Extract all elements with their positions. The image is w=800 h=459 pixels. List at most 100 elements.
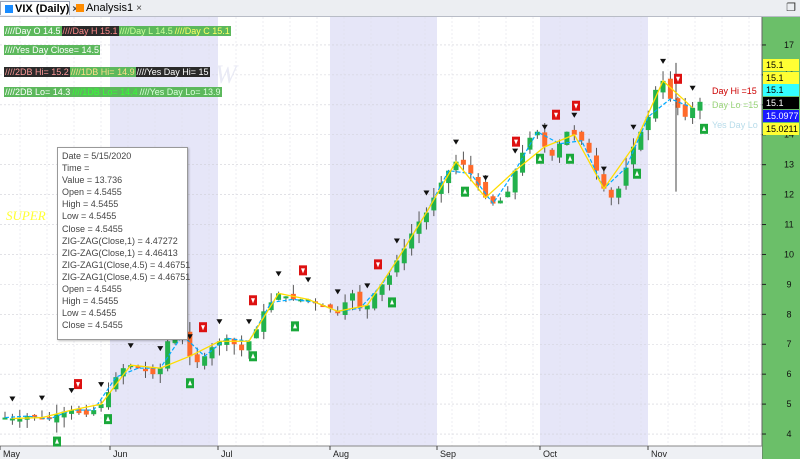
y-tick-label: 9 bbox=[786, 279, 791, 289]
candle-body bbox=[202, 356, 208, 366]
candle-body bbox=[549, 149, 555, 156]
candle-body bbox=[571, 129, 577, 135]
candle-body bbox=[468, 165, 474, 174]
tooltip-line: ZIG-ZAG1(Close,4.5) = 4.46751 bbox=[62, 259, 191, 270]
tooltip-line: High = 4.5455 bbox=[62, 199, 119, 210]
candle-body bbox=[423, 212, 429, 223]
y-tick-label: 11 bbox=[784, 220, 793, 230]
day-low: ////Day L 14.5 bbox=[118, 26, 174, 36]
candle-body bbox=[142, 368, 148, 372]
x-tick-label: Jun bbox=[113, 449, 128, 459]
price-tag-label: 15.1 bbox=[766, 73, 784, 83]
yes-day-hi: ////Yes Day Hi= 15 bbox=[135, 67, 210, 77]
tooltip-line: Open = 4.5455 bbox=[62, 187, 122, 198]
y-tick-label: 4 bbox=[786, 429, 791, 439]
y-tick-label: 8 bbox=[786, 309, 791, 319]
down-tick-arrow bbox=[689, 85, 696, 91]
candle-body bbox=[608, 189, 614, 198]
tooltip-line: ZIG-ZAG1(Close,4.5) = 4.46751 bbox=[62, 271, 191, 282]
candle-body bbox=[557, 143, 563, 158]
price-tag-label: 15.1 bbox=[766, 85, 784, 95]
x-tick-label: Sep bbox=[440, 449, 456, 459]
down-tick-arrow bbox=[245, 319, 252, 325]
tooltip-line: Close = 4.5455 bbox=[62, 223, 123, 234]
down-tick-arrow bbox=[482, 175, 489, 181]
x-tick-label: Aug bbox=[333, 449, 349, 459]
y-tick-label: 12 bbox=[784, 190, 794, 200]
price-tag-label: 15.0211 bbox=[766, 124, 798, 134]
month-shade bbox=[540, 17, 648, 446]
candle-body bbox=[17, 419, 23, 422]
header-row2: ////Yes Day Close= 14.5 bbox=[4, 44, 100, 56]
candle-body bbox=[616, 188, 622, 198]
down-tick-arrow bbox=[305, 277, 312, 283]
candle-body bbox=[586, 142, 592, 153]
right-level-label: Yes Day Lo bbox=[712, 120, 758, 130]
tooltip-line: ZIG-ZAG(Close,1) = 4.47272 bbox=[62, 235, 178, 246]
tooltip-line: ZIG-ZAG(Close,1) = 4.46413 bbox=[62, 247, 178, 258]
y-tick-label: 5 bbox=[786, 399, 791, 409]
price-tag-label: 15.1 bbox=[766, 98, 784, 108]
candle-body bbox=[194, 354, 200, 363]
down-tick-arrow bbox=[9, 396, 16, 402]
yes-day-close: ////Yes Day Close= 14.5 bbox=[4, 45, 100, 55]
candle-body bbox=[697, 101, 703, 111]
data-tooltip: Date = 5/15/2020 Time = Value = 13.736 Open… bbox=[57, 147, 191, 340]
candle-body bbox=[682, 104, 688, 117]
x-tick-label: Oct bbox=[543, 449, 558, 459]
y-tick-label: 13 bbox=[784, 160, 794, 170]
close-icon[interactable]: × bbox=[136, 2, 142, 16]
candle-body bbox=[350, 293, 355, 301]
tooltip-line: Time = bbox=[62, 163, 90, 174]
candle-body bbox=[283, 296, 289, 299]
x-tick-label: Nov bbox=[651, 449, 668, 459]
y-tick-label: 7 bbox=[786, 339, 791, 349]
x-tick-label: May bbox=[3, 449, 21, 459]
down-tick-arrow bbox=[660, 58, 667, 64]
candle-body bbox=[497, 200, 503, 204]
candle-body bbox=[623, 167, 629, 186]
2db-hi: ////2DB Hi= 15.2 bbox=[4, 67, 70, 77]
tab-label: Analysis1 bbox=[86, 2, 134, 14]
chart-icon bbox=[5, 5, 13, 13]
down-tick-arrow bbox=[98, 382, 105, 388]
candle-body bbox=[593, 155, 599, 171]
y-tick-label: 6 bbox=[786, 369, 791, 379]
tooltip-line: Low = 4.5455 bbox=[62, 211, 117, 222]
candle-body bbox=[246, 341, 252, 351]
window-restore-icon[interactable]: ❐ bbox=[786, 1, 796, 15]
candle-body bbox=[542, 132, 548, 147]
down-tick-arrow bbox=[512, 148, 519, 154]
1db-hi: ////1DB Hi= 14.9 bbox=[69, 67, 136, 77]
super-label: SUPER bbox=[6, 208, 46, 223]
down-tick-arrow bbox=[275, 271, 282, 277]
1db-lo: ////1DB Lo= 14.4 bbox=[71, 87, 139, 97]
tooltip-line: Open = 4.5455 bbox=[62, 284, 122, 295]
tooltip-line: Value = 13.736 bbox=[62, 175, 123, 186]
tooltip-line: Date = 5/15/2020 bbox=[62, 151, 132, 161]
right-level-label: Day Lo =15 bbox=[712, 100, 758, 110]
candle-body bbox=[342, 302, 348, 315]
tab-analysis1[interactable]: Analysis1 × bbox=[72, 1, 148, 15]
chart-icon bbox=[76, 4, 84, 12]
header-row1: ////Day O 14.5////Day H 15.1////Day L 14… bbox=[4, 25, 231, 37]
2db-lo: ////2DB Lo= 14.3 bbox=[4, 87, 72, 97]
tooltip-line: High = 4.5455 bbox=[62, 296, 119, 307]
candle-body bbox=[157, 368, 163, 375]
price-tag-label: 15.1 bbox=[766, 60, 784, 70]
candle-body bbox=[386, 275, 392, 285]
x-tick-label: Jul bbox=[221, 449, 233, 459]
day-high: ////Day H 15.1 bbox=[61, 26, 119, 36]
down-tick-arrow bbox=[68, 388, 75, 394]
tab-bar: VIX (Daily)× Analysis1× ❐ bbox=[0, 0, 800, 17]
down-tick-arrow bbox=[38, 395, 45, 401]
candle-body bbox=[91, 410, 97, 415]
y-tick-label: 10 bbox=[784, 249, 794, 259]
tooltip-line: Close = 4.5455 bbox=[62, 320, 123, 331]
day-close: ////Day C 15.1 bbox=[173, 26, 231, 36]
candle-body bbox=[505, 191, 511, 198]
tab-label: VIX (Daily) bbox=[15, 3, 70, 15]
candle-body bbox=[579, 131, 585, 141]
tab-vix-daily[interactable]: VIX (Daily)× bbox=[0, 1, 78, 15]
price-tag-label: 15.0977 bbox=[766, 111, 799, 121]
